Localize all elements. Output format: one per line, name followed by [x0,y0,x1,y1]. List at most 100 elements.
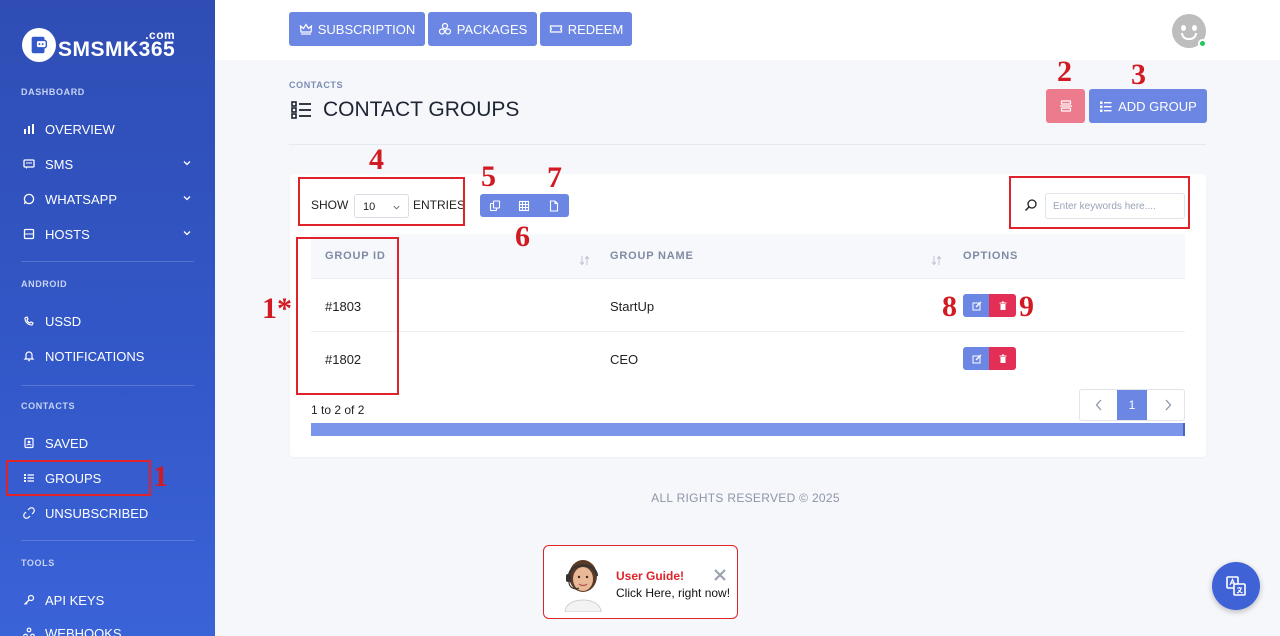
export-button-group [480,194,569,217]
avatar-eye [1181,25,1186,31]
edit-button[interactable] [963,294,990,317]
page-number-button[interactable]: 1 [1117,390,1147,420]
online-status-dot [1198,39,1207,48]
pagination-info: 1 to 2 of 2 [311,403,365,417]
user-guide-popup[interactable]: User Guide! Click Here, right now! [543,545,738,619]
copy-button[interactable] [480,194,510,217]
annotation-3: 3 [1131,58,1146,91]
copy-icon [489,199,500,211]
sidebar-item-label: API KEYS [45,592,105,608]
translate-fab-button[interactable] [1212,562,1260,610]
trash-icon [999,301,1006,310]
whatsapp-icon [21,191,37,207]
translate-icon [1226,576,1246,596]
edit-button[interactable] [963,347,990,370]
footer: ALL RIGHTS RESERVED © 2025 [0,491,1280,505]
edit-icon [972,354,981,363]
list-icon [291,101,311,119]
sidebar-item-hosts[interactable]: HOSTS [8,218,203,250]
packages-label: PACKAGES [456,21,528,37]
key-icon [21,592,37,608]
server-icon [21,226,37,242]
section-android: ANDROID [21,279,68,289]
annotation-7: 7 [547,161,562,194]
sidebar-item-label: USSD [45,313,82,329]
delete-button[interactable] [989,294,1016,317]
sidebar-item-saved[interactable]: SAVED [8,427,203,459]
page-title: CONTACT GROUPS [290,98,519,122]
edit-icon [972,301,981,310]
previous-page-button[interactable] [1080,390,1117,420]
row-divider [311,331,1185,332]
group-name-cell: CEO [610,352,639,367]
trash-icon [999,354,1006,363]
message-icon [21,156,37,172]
packages-icon [438,22,451,35]
align-center-icon [1059,100,1072,112]
table-icon [519,200,530,211]
sidebar-item-notifications[interactable]: NOTIFICATIONS [8,340,203,372]
logo-icon [22,28,56,62]
file-icon [549,199,559,212]
sidebar-item-webhooks[interactable]: WEBHOOKS [8,617,203,636]
avatar-mouth [1181,33,1197,40]
add-group-label: ADD GROUP [1118,98,1197,114]
column-header-group-name[interactable]: GROUP NAME [610,250,694,262]
section-dashboard: DASHBOARD [21,87,85,97]
sidebar: SMSMK365 .com DASHBOARD OVERVIEW SMS WHA… [0,0,215,636]
chevron-down-icon [183,231,191,236]
sort-icon[interactable] [579,255,590,266]
avatar-eye [1192,25,1197,31]
annotation-8: 8 [942,290,957,323]
subscription-button[interactable]: SUBSCRIPTION [289,12,425,46]
sidebar-item-overview[interactable]: OVERVIEW [8,113,203,145]
section-tools: TOOLS [21,558,55,568]
pagination: 1 [1079,389,1185,421]
brand-logo[interactable]: SMSMK365 .com [22,28,175,62]
sidebar-item-label: HOSTS [45,226,90,242]
sidebar-item-label: SAVED [45,435,89,451]
next-page-button[interactable] [1150,390,1185,420]
guide-title: User Guide! [616,569,685,583]
delete-button[interactable] [989,347,1016,370]
sidebar-item-api-keys[interactable]: API KEYS [8,584,203,616]
redeem-button[interactable]: REDEEM [540,12,632,46]
list-icon [21,470,37,486]
header-divider [289,144,1206,145]
brand-suffix: .com [145,28,176,42]
redeem-label: REDEEM [567,21,624,37]
annotation-1-star: 1* [262,292,292,325]
menu-toggle-button[interactable] [1046,89,1085,123]
sidebar-divider [21,261,194,262]
breadcrumb[interactable]: CONTACTS [289,80,343,90]
annotation-2: 2 [1057,55,1072,88]
add-group-button[interactable]: ADD GROUP [1089,89,1207,123]
annotation-5: 5 [481,160,496,193]
sidebar-item-whatsapp[interactable]: WHATSAPP [8,183,203,215]
sort-icon[interactable] [931,255,942,266]
chevron-down-icon [183,161,191,166]
section-contacts: CONTACTS [21,401,76,411]
group-name-cell: StartUp [610,299,655,314]
annotation-6: 6 [515,220,530,253]
sidebar-item-label: SMS [45,156,74,172]
user-avatar[interactable] [1172,14,1207,48]
guide-subtitle: Click Here, right now! [616,586,731,600]
annotation-box-search [1009,176,1190,229]
excel-button[interactable] [510,194,540,217]
webhook-icon [21,625,37,636]
bell-icon [21,348,37,364]
sidebar-item-ussd[interactable]: USSD [8,305,203,337]
pdf-button[interactable] [539,194,569,217]
sidebar-item-label: OVERVIEW [45,121,115,137]
page-title-text: CONTACT GROUPS [323,98,520,121]
sidebar-item-sms[interactable]: SMS [8,148,203,180]
packages-button[interactable]: PACKAGES [428,12,537,46]
sidebar-item-label: WHATSAPP [45,191,117,207]
brand-name: SMSMK365 .com [58,28,175,62]
sidebar-item-label: GROUPS [45,470,102,486]
chevron-left-icon [1095,399,1101,411]
unlink-icon [21,505,37,521]
horizontal-scrollbar[interactable] [311,423,1185,436]
close-icon[interactable] [713,568,727,582]
